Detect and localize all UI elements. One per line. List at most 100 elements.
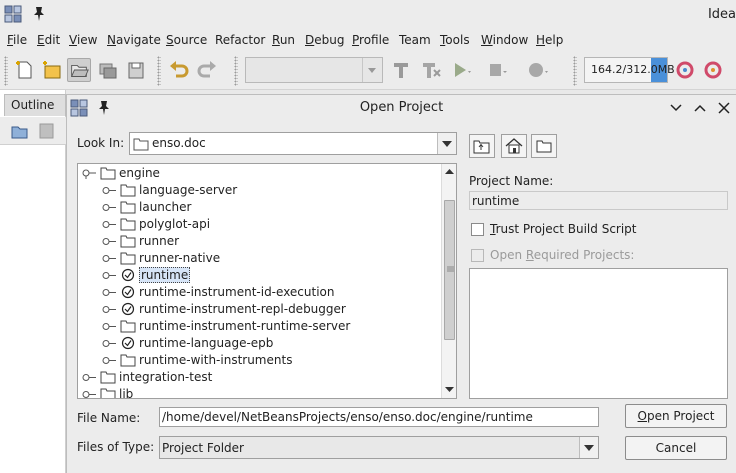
undo-icon[interactable] — [167, 58, 191, 82]
tree-scrollbar[interactable] — [441, 164, 456, 398]
project-tree[interactable]: engine language-server launcher polyglot-ap… — [77, 163, 457, 399]
menu-profile[interactable]: Profile — [352, 33, 389, 47]
new-project-icon[interactable] — [40, 58, 64, 82]
tree-item[interactable]: runtime-instrument-id-execution — [78, 284, 442, 301]
menu-tools[interactable]: Tools — [440, 33, 470, 47]
expand-handle-icon[interactable] — [102, 219, 116, 230]
tree-item[interactable]: runtime-instrument-repl-debugger — [78, 301, 442, 318]
expand-handle-icon[interactable] — [102, 338, 116, 349]
new-folder-button[interactable] — [531, 134, 557, 158]
pin-icon[interactable] — [32, 6, 46, 22]
expand-handle-icon[interactable] — [102, 355, 116, 366]
project-name-label: Project Name: — [469, 174, 554, 188]
debug-icon[interactable] — [485, 58, 509, 82]
tree-item[interactable]: engine — [78, 165, 442, 182]
close-project-icon[interactable] — [96, 58, 120, 82]
clean-build-icon[interactable] — [419, 58, 443, 82]
menu-debug[interactable]: Debug — [305, 33, 344, 47]
toolbar-grip[interactable] — [4, 56, 8, 86]
tree-item[interactable]: runtime-with-instruments — [78, 352, 442, 369]
profile-icon[interactable] — [525, 58, 549, 82]
menu-help[interactable]: Help — [536, 33, 563, 47]
tree-item[interactable]: launcher — [78, 199, 442, 216]
dialog-titlebar[interactable]: Open Project — [67, 95, 736, 121]
redo-icon[interactable] — [195, 58, 219, 82]
menu-source[interactable]: Source — [166, 33, 207, 47]
file-name-value: /home/devel/NetBeansProjects/enso/enso.d… — [162, 410, 533, 424]
open-project-button[interactable]: Open Project — [625, 404, 727, 428]
scroll-up-icon[interactable] — [444, 167, 455, 175]
expand-handle-icon[interactable] — [102, 253, 116, 264]
folder-icon — [133, 138, 149, 151]
expand-handle-icon[interactable] — [102, 270, 116, 281]
build-icon[interactable] — [390, 58, 414, 82]
home-button[interactable] — [501, 134, 527, 158]
tree-item[interactable]: runtime-language-epb — [78, 335, 442, 352]
toolbar-grip[interactable] — [573, 56, 577, 86]
up-one-level-button[interactable] — [469, 134, 495, 158]
save-all-icon[interactable] — [124, 58, 148, 82]
cancel-button[interactable]: Cancel — [625, 436, 727, 460]
tree-item[interactable]: runtime-instrument-runtime-server — [78, 318, 442, 335]
menu-refactor[interactable]: Refactor — [215, 33, 265, 47]
chevron-down-icon[interactable] — [579, 437, 598, 458]
toolbar-grip[interactable] — [157, 56, 161, 86]
expand-handle-icon[interactable] — [102, 202, 116, 213]
project-name-field: runtime — [469, 191, 728, 210]
chevron-down-icon[interactable] — [437, 133, 456, 154]
menu-team[interactable]: Team — [399, 33, 431, 47]
tree-item[interactable]: runtime — [78, 267, 442, 284]
toolbar-grip[interactable] — [234, 56, 238, 86]
expand-handle-icon[interactable] — [102, 321, 116, 332]
open-folder-icon[interactable] — [10, 121, 30, 141]
collapse-handle-icon[interactable] — [82, 168, 96, 179]
folder-icon — [120, 320, 136, 333]
expand-handle-icon[interactable] — [102, 185, 116, 196]
tree-item-label: runtime-language-epb — [139, 336, 274, 350]
tab-outline[interactable]: Outline — [4, 94, 66, 116]
menu-run[interactable]: Run — [272, 33, 295, 47]
outline-tab-label: Outline — [11, 98, 55, 112]
menu-window[interactable]: Window — [481, 33, 528, 47]
expand-handle-icon[interactable] — [82, 389, 96, 399]
ide-window-title: Idea — [707, 7, 736, 22]
open-project-icon[interactable] — [67, 58, 91, 82]
maximize-icon[interactable] — [693, 102, 707, 114]
scrollbar-thumb[interactable] — [444, 200, 455, 340]
menu-file[interactable]: File — [7, 33, 27, 47]
files-of-type-combo[interactable]: Project Folder — [159, 436, 599, 459]
expand-handle-icon[interactable] — [102, 236, 116, 247]
tree-item[interactable]: polyglot-api — [78, 216, 442, 233]
outline-toolbar — [0, 117, 66, 145]
tree-item-label: runtime-instrument-repl-debugger — [139, 302, 346, 316]
run-icon[interactable] — [448, 58, 472, 82]
tree-item[interactable]: language-server — [78, 182, 442, 199]
expand-handle-icon[interactable] — [102, 287, 116, 298]
home-icon — [505, 138, 523, 154]
new-file-icon[interactable] — [13, 58, 37, 82]
tree-item[interactable]: lib — [78, 386, 442, 399]
menu-edit[interactable]: Edit — [37, 33, 60, 47]
gc-snapshot-icon[interactable] — [701, 58, 725, 82]
expand-handle-icon[interactable] — [102, 304, 116, 315]
memory-meter[interactable]: 164.2/312.0MB — [584, 57, 675, 83]
tree-item[interactable]: runner-native — [78, 250, 442, 267]
minimize-icon[interactable] — [669, 102, 683, 114]
save-icon[interactable] — [38, 121, 56, 141]
tree-item[interactable]: integration-test — [78, 369, 442, 386]
close-icon[interactable] — [717, 101, 731, 115]
look-in-label: Look In: — [77, 136, 125, 150]
scroll-down-icon[interactable] — [444, 386, 455, 394]
checkbox-box[interactable] — [471, 223, 484, 236]
look-in-combo[interactable]: enso.doc — [129, 132, 457, 155]
folder-icon — [120, 235, 136, 248]
file-name-input[interactable]: /home/devel/NetBeansProjects/enso/enso.d… — [159, 407, 599, 427]
menu-view[interactable]: View — [69, 33, 97, 47]
menu-navigate[interactable]: Navigate — [107, 33, 161, 47]
expand-handle-icon[interactable] — [82, 372, 96, 383]
gc-icon[interactable] — [673, 58, 697, 82]
tree-item-label: runtime-instrument-id-execution — [139, 285, 335, 299]
chevron-down-icon[interactable] — [362, 58, 382, 82]
tree-item[interactable]: runner — [78, 233, 442, 250]
configuration-combo[interactable] — [245, 57, 383, 83]
